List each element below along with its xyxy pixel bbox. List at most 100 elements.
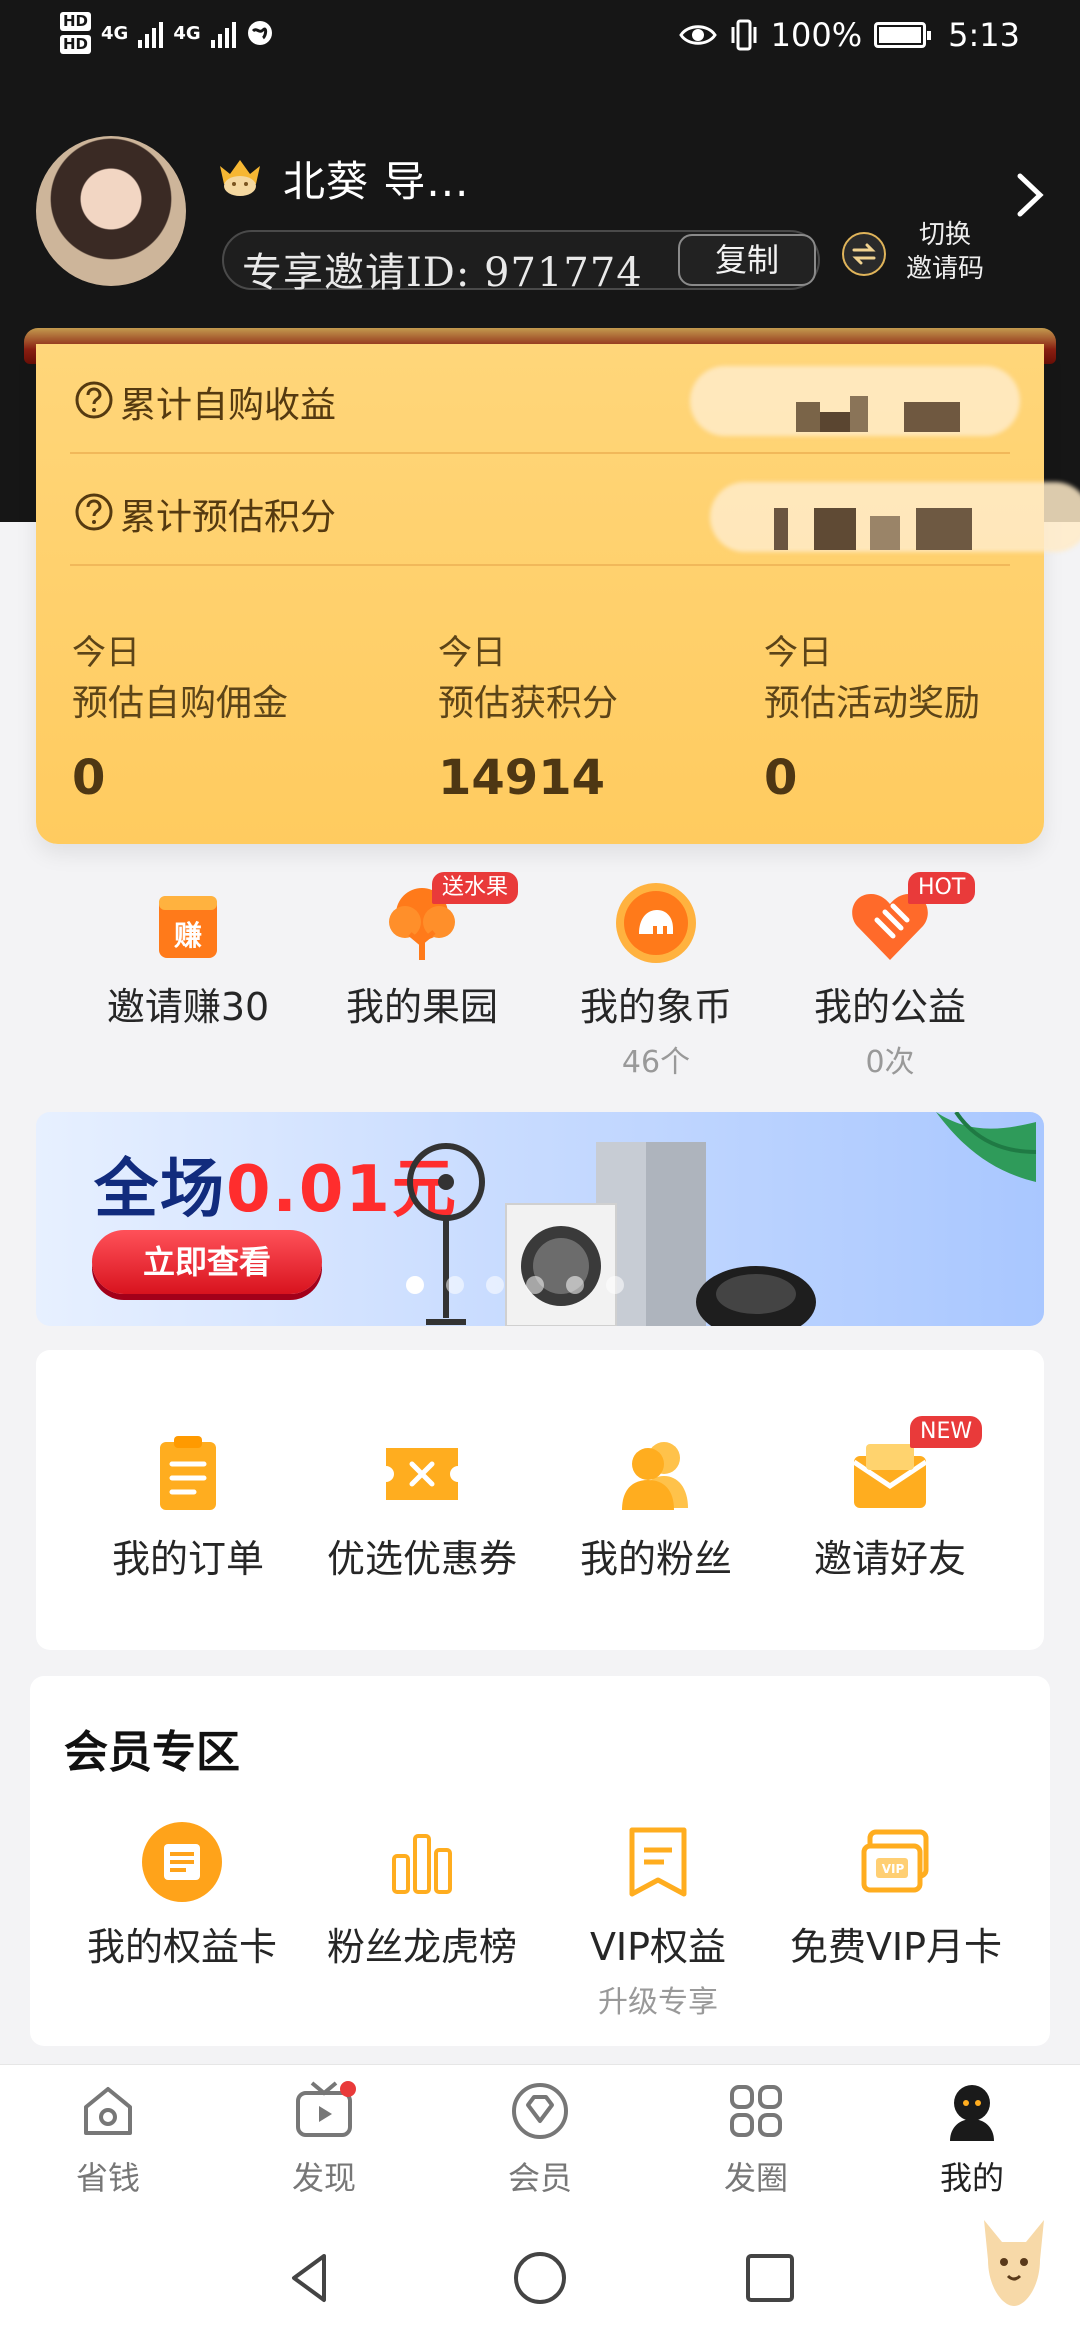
my-coins-link[interactable]: 我的象币 46个: [536, 880, 776, 1081]
hd-badge: HD: [60, 12, 92, 31]
home-icon: [76, 2079, 140, 2143]
tools-panel: 我的订单 优选优惠券 我的粉丝 NEW 邀请好友: [36, 1350, 1044, 1650]
switch-icon[interactable]: [840, 230, 888, 278]
coupon-icon: [382, 1434, 462, 1514]
question-icon[interactable]: [74, 492, 114, 532]
carousel-dot[interactable]: [406, 1276, 424, 1294]
status-right: 100% 5:13: [678, 16, 1020, 54]
status-bar: HD HD 4G 4G 100% 5:13: [0, 0, 1080, 72]
tab-label: 发圈: [723, 2159, 788, 2197]
tab-member[interactable]: 会员: [470, 2079, 610, 2199]
tab-label: 省钱: [75, 2159, 140, 2197]
tab-share-circle[interactable]: 发圈: [686, 2079, 826, 2199]
clipboard-icon: [148, 1434, 228, 1514]
question-icon[interactable]: [74, 380, 114, 420]
hot-badge: HOT: [908, 872, 976, 904]
my-orchard-link[interactable]: 送水果 我的果园: [302, 872, 542, 1031]
stat-value: 0: [764, 750, 798, 806]
tool-label: 我的订单: [111, 1537, 264, 1581]
member-item-label: VIP权益: [589, 1925, 727, 1969]
pixelated-value: [870, 516, 900, 550]
stat-label: 预估获积分: [438, 683, 619, 724]
profile-icon: [940, 2079, 1004, 2143]
member-item-sub: 升级专享: [598, 1985, 718, 2020]
eye-icon: [678, 25, 717, 45]
free-vip-month-card-button[interactable]: VIP 免费VIP月卡: [776, 1822, 1016, 1971]
system-nav-bar: [0, 2214, 1080, 2340]
copy-button[interactable]: 复制: [678, 234, 816, 286]
tool-label: 邀请好友: [813, 1537, 966, 1581]
bar-chart-icon: [382, 1822, 462, 1902]
stat-value: 0: [72, 750, 106, 806]
tab-label: 我的: [939, 2159, 1004, 2197]
cumulative-estimated-points-row[interactable]: 累计预估积分: [70, 456, 1080, 566]
invite-friends-button[interactable]: NEW 邀请好友: [770, 1416, 1010, 1583]
carousel-dot[interactable]: [566, 1276, 584, 1294]
earnings-card: 累计自购收益 累计预估积分 今日 预估自购佣金 0 今日 预估获积分 14914…: [36, 344, 1080, 844]
grid-icon: [724, 2079, 788, 2143]
chevron-right-icon[interactable]: [1010, 170, 1050, 220]
globe-icon: [247, 21, 272, 45]
tab-label: 发现: [291, 2159, 356, 2197]
promo-banner[interactable]: 全场0.01元 立即查看: [36, 1112, 1044, 1326]
status-left: HD HD 4G 4G: [60, 12, 274, 54]
username: 北葵 导...: [283, 157, 470, 206]
hd-badge: HD: [60, 35, 92, 54]
today-purchase-commission-stat[interactable]: 今日 预估自购佣金 0: [72, 628, 392, 806]
quick-link-count: 46个: [621, 1045, 691, 1080]
carousel-dot[interactable]: [446, 1276, 464, 1294]
fox-mascot-icon[interactable]: [972, 2210, 1056, 2320]
tab-save-money[interactable]: 省钱: [38, 2079, 178, 2199]
stat-label: 今日: [764, 633, 832, 673]
back-icon[interactable]: [280, 2248, 340, 2308]
earn-icon-glyph: 赚: [173, 919, 202, 952]
vip-benefits-button[interactable]: VIP权益 升级专享: [538, 1822, 778, 2021]
my-orders-button[interactable]: 我的订单: [68, 1434, 308, 1583]
member-zone-panel: 会员专区 我的权益卡 粉丝龙虎榜 VIP权益 升级专享 VIP 免费VIP月卡: [30, 1676, 1050, 2046]
hd-indicators: HD HD: [60, 12, 92, 54]
pixelated-value: [820, 412, 850, 432]
quick-link-label: 邀请赚30: [106, 985, 270, 1029]
battery-percent: 100%: [770, 16, 863, 54]
today-points-stat[interactable]: 今日 预估获积分 14914: [438, 628, 758, 806]
crown-icon: [220, 160, 260, 196]
carousel-dot[interactable]: [486, 1276, 504, 1294]
invite-earn-link[interactable]: 赚 邀请赚30: [68, 880, 308, 1031]
today-activity-reward-stat[interactable]: 今日 预估活动奖励 0: [764, 628, 1080, 806]
network-type: 4G: [101, 22, 129, 44]
cumulative-purchase-earnings-row[interactable]: 累计自购收益: [70, 344, 1020, 454]
pixelated-value: [814, 508, 856, 550]
signal-icon: [210, 18, 236, 48]
vibrate-icon: [731, 19, 757, 51]
member-zone-title: 会员专区: [64, 1727, 240, 1778]
tab-mine[interactable]: 我的: [902, 2079, 1042, 2199]
carousel-dot[interactable]: [606, 1276, 624, 1294]
quick-link-count: 0次: [865, 1045, 915, 1080]
my-benefit-card-button[interactable]: 我的权益卡: [62, 1822, 302, 1971]
banner-view-now-button[interactable]: 立即查看: [92, 1230, 322, 1294]
stat-label: 今日: [72, 633, 140, 673]
quick-link-label: 我的果园: [345, 985, 498, 1029]
card-icon: [142, 1822, 222, 1902]
banner-title-prefix: 全场: [94, 1153, 226, 1227]
my-charity-link[interactable]: HOT 我的公益 0次: [770, 872, 1010, 1081]
pixelated-value: [904, 402, 960, 432]
coupons-button[interactable]: 优选优惠券: [302, 1434, 542, 1583]
earn-icon: 赚: [145, 880, 231, 966]
invite-id-pill: 专享邀请ID: 971774 复制: [222, 230, 820, 296]
switch-invite-code-button[interactable]: 切换 邀请码: [900, 218, 990, 286]
my-fans-button[interactable]: 我的粉丝: [536, 1434, 776, 1583]
home-button-icon[interactable]: [510, 2248, 570, 2308]
fan-leaderboard-button[interactable]: 粉丝龙虎榜: [302, 1822, 542, 1971]
pixelated-value: [774, 508, 788, 550]
quick-link-label: 我的公益: [813, 985, 966, 1029]
carousel-dot[interactable]: [526, 1276, 544, 1294]
avatar[interactable]: [36, 136, 186, 286]
tab-discover[interactable]: 发现: [254, 2079, 394, 2199]
stat-label: 预估自购佣金: [72, 683, 289, 724]
tab-label: 会员: [507, 2159, 572, 2197]
recents-icon[interactable]: [740, 2248, 800, 2308]
battery-icon: [874, 22, 932, 48]
stat-value: 14914: [438, 750, 605, 806]
pixelated-value: [850, 396, 868, 432]
